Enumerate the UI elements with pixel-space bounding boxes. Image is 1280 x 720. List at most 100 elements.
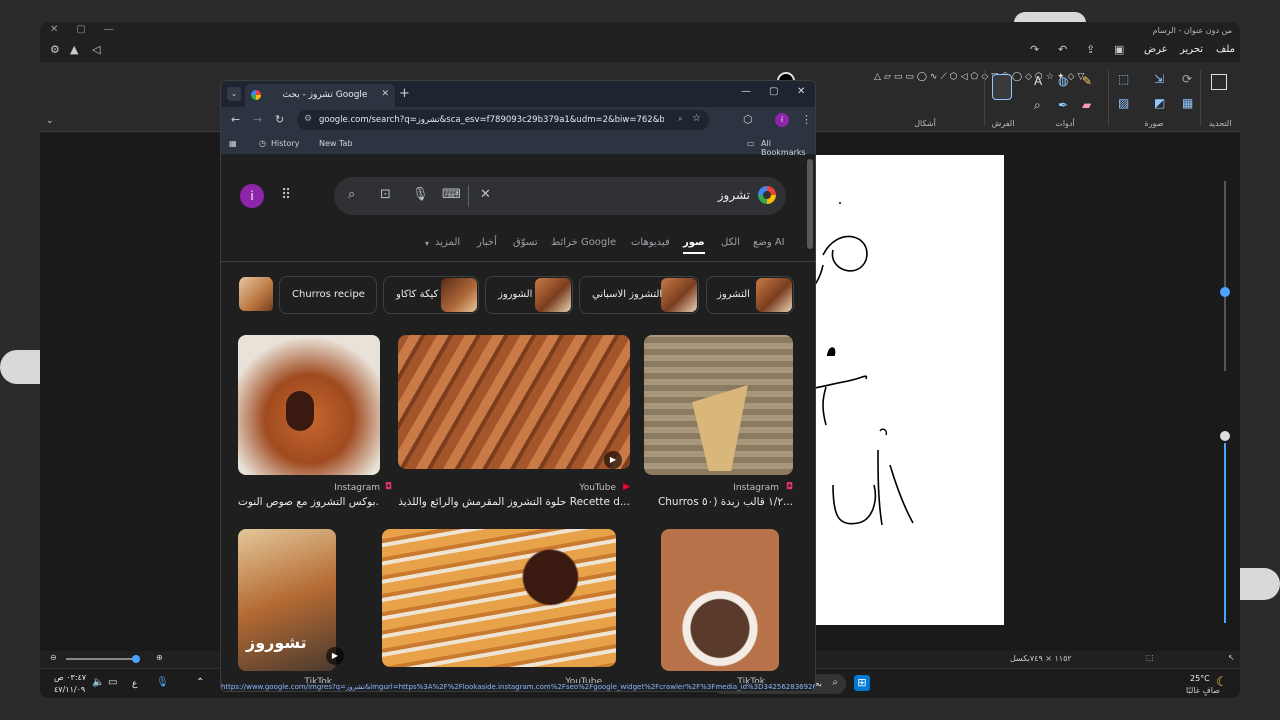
zoom-slider[interactable]: [66, 658, 136, 660]
fill-tool-icon[interactable]: ◍: [1058, 74, 1068, 88]
zoom-out-icon[interactable]: ⊖: [50, 653, 57, 662]
clock-time[interactable]: ٠٣:٤٧ ص: [54, 673, 86, 682]
chevron-up-icon[interactable]: ⌃: [196, 677, 204, 688]
related-search-chip[interactable]: Churros recipe: [279, 276, 377, 314]
tab-shopping[interactable]: تسوّق: [513, 237, 538, 248]
microphone-icon[interactable]: 🎙: [412, 187, 429, 202]
bookmark-star-icon[interactable]: ☆: [692, 113, 701, 124]
magnifier-icon[interactable]: ⌕: [1034, 98, 1041, 113]
google-apps-icon[interactable]: ⠿: [281, 187, 291, 203]
fit-icon[interactable]: ⬚: [1146, 653, 1154, 662]
crop-icon[interactable]: ⬚: [1118, 72, 1129, 86]
clock-date[interactable]: ٤٧/١١/٠٩: [54, 685, 85, 694]
search-icon[interactable]: ⌕: [348, 187, 355, 202]
result-image[interactable]: [382, 529, 616, 667]
image-result[interactable]: YouTube: [382, 529, 616, 689]
zoom-icon[interactable]: ⌕: [678, 114, 683, 124]
eraser-icon[interactable]: ▰: [1082, 98, 1091, 112]
account-icon[interactable]: ▲: [70, 43, 78, 56]
result-image[interactable]: [398, 335, 630, 469]
back-icon[interactable]: ←: [231, 113, 240, 126]
share-icon[interactable]: ◁: [92, 43, 100, 56]
start-icon[interactable]: ⊞: [854, 675, 870, 691]
window-controls[interactable]: ✕▢—: [50, 24, 132, 35]
flip-icon[interactable]: ◩: [1154, 96, 1165, 110]
maximize-icon[interactable]: ▢: [769, 86, 778, 97]
image-select-icon[interactable]: ▨: [1118, 96, 1129, 110]
related-search-chip[interactable]: كيكة كاكاو: [383, 276, 479, 314]
background-remove-icon[interactable]: ▦: [1182, 96, 1193, 110]
address-bar[interactable]: ⚙ google.com/search?q=تشروز&sca_esv=f789…: [297, 110, 709, 130]
selection-icon[interactable]: [1211, 74, 1227, 90]
volume-icon[interactable]: 🔈: [92, 677, 104, 688]
redo-icon[interactable]: ↷: [1030, 43, 1039, 56]
menu-kebab-icon[interactable]: ⋮: [801, 113, 812, 126]
image-result[interactable]: Instagram ◘ Churros ١/٢ قالب زبدة (٥٠...: [644, 335, 793, 513]
color-picker-icon[interactable]: ✒: [1058, 98, 1068, 112]
google-search-box[interactable]: ⌕ ⊡ 🎙 ⌨ ✕ تشروز: [334, 177, 786, 215]
result-source: YouTube: [579, 483, 616, 493]
share-file-icon[interactable]: ⇪: [1086, 43, 1095, 56]
zoom-slider-thumb[interactable]: [132, 655, 140, 663]
related-search-chip[interactable]: التشروز: [706, 276, 794, 314]
weather-temp[interactable]: 25°C: [1190, 674, 1210, 683]
reload-icon[interactable]: ↻: [275, 113, 284, 126]
related-search-chip[interactable]: الشوروز: [485, 276, 573, 314]
related-search-chip[interactable]: التشروز الاسباني: [579, 276, 699, 314]
result-caption[interactable]: حلوة التشروز المقرمش والرائع واللذيذ Rec…: [398, 496, 630, 508]
tab-all[interactable]: الكل: [721, 237, 740, 248]
apps-grid-icon[interactable]: ▦: [229, 139, 237, 148]
resize-icon[interactable]: ⇲: [1154, 72, 1164, 86]
save-icon[interactable]: ▣: [1114, 43, 1124, 56]
page-scrollbar[interactable]: [807, 159, 813, 249]
tab-search-button[interactable]: ⌄: [227, 87, 241, 101]
language-indicator[interactable]: ع: [132, 679, 137, 689]
zoom-slider-vertical[interactable]: [1218, 163, 1232, 623]
network-icon[interactable]: ▭: [108, 677, 117, 688]
tab-news[interactable]: أخبار: [477, 237, 497, 248]
menu-file[interactable]: ملف: [1216, 44, 1235, 55]
menu-view[interactable]: عرض: [1144, 44, 1168, 55]
extensions-icon[interactable]: ⬡: [743, 113, 753, 126]
shapes-grid-icon[interactable]: △▱▭▭◯∿⟋⬡◁⬠◇▽⬠◯◇⬡☆✦◇▽: [874, 70, 1084, 84]
menu-edit[interactable]: تحرير: [1180, 44, 1203, 55]
tab-videos[interactable]: فيديوهات: [631, 237, 670, 248]
google-account-avatar[interactable]: i: [240, 184, 264, 208]
tab-more[interactable]: المزيد: [435, 237, 460, 248]
result-image[interactable]: [661, 529, 779, 671]
profile-avatar[interactable]: i: [775, 113, 789, 127]
keyboard-icon[interactable]: ⌨: [442, 187, 461, 202]
close-window-icon[interactable]: ✕: [797, 86, 805, 97]
search-query[interactable]: تشروز: [718, 188, 750, 202]
result-caption[interactable]: بوكس التشروز مع صوص النوت...: [238, 496, 380, 508]
forward-icon[interactable]: →: [253, 113, 262, 126]
image-result[interactable]: Instagram ◘ بوكس التشروز مع صوص النوت...: [238, 335, 392, 513]
tab-ai-mode[interactable]: وضع AI: [753, 237, 785, 248]
lens-icon[interactable]: ⊡: [380, 187, 391, 202]
image-result[interactable]: TikTok: [661, 529, 779, 689]
weather-desc[interactable]: صافٍ غالبًا: [1186, 686, 1220, 695]
rotate-icon[interactable]: ⟳: [1182, 72, 1192, 86]
new-tab-button[interactable]: +: [399, 86, 410, 101]
text-tool-icon[interactable]: A: [1034, 74, 1042, 88]
pencil-icon[interactable]: ✎: [1082, 74, 1092, 88]
microphone-icon[interactable]: 🎙: [156, 677, 169, 688]
site-info-icon[interactable]: ⚙: [304, 114, 312, 124]
bookmark-new-tab[interactable]: New Tab: [319, 139, 353, 148]
brush-icon[interactable]: [992, 74, 1012, 100]
zoom-in-icon[interactable]: ⊕: [156, 653, 163, 662]
tab-images[interactable]: صور: [683, 237, 705, 254]
undo-icon[interactable]: ↶: [1058, 43, 1067, 56]
image-result[interactable]: تشوروز ▶ TikTok: [238, 529, 344, 689]
chevron-down-icon[interactable]: ⌄: [46, 116, 54, 126]
settings-icon[interactable]: ⚙: [50, 43, 60, 56]
image-result[interactable]: ▶ YouTube ▶ حلوة التشروز المقرمش والرائع…: [398, 335, 630, 513]
related-search-thumbnail[interactable]: [239, 276, 273, 314]
tab-close-icon[interactable]: ✕: [381, 89, 389, 99]
result-caption[interactable]: Churros ١/٢ قالب زبدة (٥٠...: [644, 496, 793, 508]
bookmark-history[interactable]: History: [271, 139, 299, 148]
tab-maps[interactable]: خرائط Google: [551, 237, 616, 248]
chrome-tab-active[interactable]: تشروز - بحث Google ✕: [245, 84, 395, 107]
clear-search-icon[interactable]: ✕: [480, 187, 491, 202]
minimize-icon[interactable]: —: [741, 86, 751, 97]
